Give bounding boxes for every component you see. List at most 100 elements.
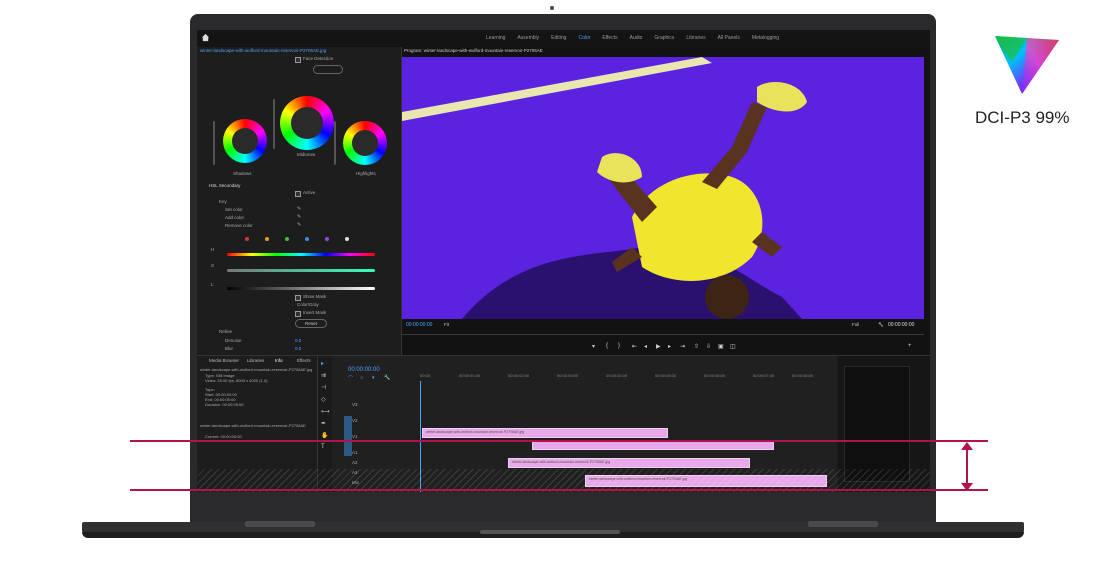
denoise-label: Denoise: [225, 338, 242, 343]
program-scrubber[interactable]: [402, 334, 924, 335]
color-gray-select[interactable]: Color/Gray: [297, 302, 319, 307]
add-marker-icon[interactable]: ▾: [372, 375, 375, 381]
set-color-eyedropper-icon[interactable]: ✎: [297, 207, 302, 212]
swatch-yellow[interactable]: [265, 237, 269, 241]
hsl-active-checkbox[interactable]: [295, 191, 301, 197]
step-forward-icon[interactable]: ▸: [668, 343, 671, 350]
blur-value[interactable]: 0.0: [295, 346, 301, 351]
track-header-v1[interactable]: V1: [352, 434, 358, 439]
save-match-button[interactable]: [313, 65, 343, 74]
highlights-wheel[interactable]: [343, 121, 387, 165]
play-icon[interactable]: ▶: [656, 343, 661, 350]
hinge-left: [245, 521, 315, 527]
type-tool-icon[interactable]: T: [321, 444, 325, 450]
linked-selection-icon[interactable]: ∩: [360, 375, 364, 381]
swatch-green[interactable]: [285, 237, 289, 241]
premiere-screen: Learning Assembly Editing Color Effects …: [197, 30, 930, 492]
info-video: Video: 25.00 fps, 6000 x 4000 (1.0): [205, 378, 268, 383]
swatch-white[interactable]: [345, 237, 349, 241]
razor-tool-icon[interactable]: ◇: [321, 396, 326, 403]
tab-media-browser[interactable]: Media Browser: [209, 358, 239, 363]
track-header-a2[interactable]: A2: [352, 460, 358, 465]
add-color-eyedropper-icon[interactable]: ✎: [297, 215, 302, 220]
guide-line-top: [130, 440, 988, 442]
ruler-tick: 00:00: [420, 373, 431, 378]
hsl-secondary-header[interactable]: HSL Secondary: [209, 183, 240, 188]
tab-graphics[interactable]: Graphics: [648, 34, 680, 43]
track-header-v2[interactable]: V2: [352, 418, 358, 423]
add-color-label: Add color: [225, 215, 245, 220]
add-button-icon[interactable]: +: [908, 343, 912, 349]
hand-tool-icon[interactable]: ✋: [321, 432, 328, 439]
webcam: [550, 6, 554, 10]
tab-libraries[interactable]: Libraries: [680, 34, 711, 43]
export-frame-icon[interactable]: ▣: [718, 343, 724, 350]
extract-icon[interactable]: ⇩: [706, 343, 711, 350]
reset-button[interactable]: Reset: [295, 319, 327, 328]
program-monitor: Program: winter-landscape-with-wolford-m…: [402, 47, 930, 355]
track-header-a1[interactable]: A1: [352, 450, 358, 455]
tab-color[interactable]: Color: [572, 34, 596, 43]
track-select-tool-icon[interactable]: ⇉: [321, 372, 326, 379]
luminance-range-slider[interactable]: [227, 287, 375, 290]
home-icon[interactable]: [201, 33, 210, 42]
shadows-slider[interactable]: [213, 121, 215, 165]
tab-libraries-panel[interactable]: Libraries: [247, 358, 264, 363]
midtones-wheel[interactable]: [280, 96, 334, 150]
timeline-clip[interactable]: winter-landscape-with-wolford-mountain-r…: [508, 458, 750, 468]
quality-select[interactable]: Full: [852, 322, 859, 327]
shadows-wheel[interactable]: [223, 119, 267, 163]
tab-info[interactable]: Info: [275, 358, 283, 363]
swatch-blue[interactable]: [305, 237, 309, 241]
timeline-settings-icon[interactable]: 🔧: [384, 375, 390, 381]
ruler-tick: 00:00:01:00: [459, 373, 481, 378]
tab-learning[interactable]: Learning: [480, 34, 511, 43]
ruler-tick: 00:00:02:00: [508, 373, 530, 378]
track-header-v3[interactable]: V3: [352, 402, 358, 407]
program-monitor-title[interactable]: Program: winter-landscape-with-wolford-m…: [404, 48, 543, 53]
selection-tool-icon[interactable]: ▸: [321, 360, 324, 367]
step-back-icon[interactable]: ◂: [644, 343, 647, 350]
lumetri-clip-tab[interactable]: winter-landscape-with-wolford-mountain-r…: [200, 48, 326, 53]
info-duration: Duration: 00:00:05:00: [205, 402, 244, 407]
tab-effects-panel[interactable]: Effects: [297, 358, 311, 363]
sequence-timecode[interactable]: 00:00:00:00: [348, 367, 380, 373]
tab-effects[interactable]: Effects: [596, 34, 623, 43]
show-mask-checkbox[interactable]: [295, 295, 301, 301]
fit-select[interactable]: Fit: [444, 322, 449, 327]
track-targeting[interactable]: [344, 416, 352, 456]
pen-tool-icon[interactable]: ✒: [321, 420, 326, 427]
invert-mask-checkbox[interactable]: [295, 311, 301, 317]
go-to-out-icon[interactable]: ⇥: [680, 343, 685, 350]
tab-metalogging[interactable]: Metalogging: [746, 34, 785, 43]
saturation-range-slider[interactable]: [227, 269, 375, 272]
ruler-tick: 00:00:06:00: [704, 373, 726, 378]
go-to-in-icon[interactable]: ⇤: [632, 343, 637, 350]
swatch-red[interactable]: [245, 237, 249, 241]
comparison-view-icon[interactable]: ◫: [730, 343, 736, 350]
swatch-purple[interactable]: [325, 237, 329, 241]
midtones-slider[interactable]: [273, 99, 275, 149]
tab-audio[interactable]: Audio: [624, 34, 649, 43]
program-timecode[interactable]: 00:00:00:00: [406, 322, 432, 328]
denoise-value[interactable]: 0.0: [295, 338, 301, 343]
tab-assembly[interactable]: Assembly: [511, 34, 545, 43]
highlights-label: Highlights: [356, 171, 376, 176]
remove-color-eyedropper-icon[interactable]: ✎: [297, 223, 302, 228]
settings-wrench-icon[interactable]: 🔧: [878, 322, 884, 328]
face-detection-checkbox[interactable]: [295, 57, 301, 63]
ripple-edit-tool-icon[interactable]: ⊣: [321, 384, 326, 391]
tab-editing[interactable]: Editing: [545, 34, 572, 43]
lumetri-panel: winter-landscape-with-wolford-mountain-r…: [197, 47, 402, 355]
slip-tool-icon[interactable]: ⟷: [321, 408, 330, 415]
mark-out-icon[interactable]: }: [618, 343, 620, 349]
mark-in-icon[interactable]: {: [606, 343, 608, 349]
timeline-clip[interactable]: winter-landscape-with-wolford-mountain-r…: [422, 428, 668, 438]
snap-icon[interactable]: ⌒: [348, 375, 353, 382]
tab-all-panels[interactable]: All Panels: [712, 34, 746, 43]
highlights-slider[interactable]: [334, 121, 336, 165]
marker-icon[interactable]: ▾: [592, 343, 595, 350]
hue-range-slider[interactable]: [227, 253, 375, 256]
lift-icon[interactable]: ⇧: [694, 343, 699, 350]
program-video-frame[interactable]: [402, 57, 924, 319]
